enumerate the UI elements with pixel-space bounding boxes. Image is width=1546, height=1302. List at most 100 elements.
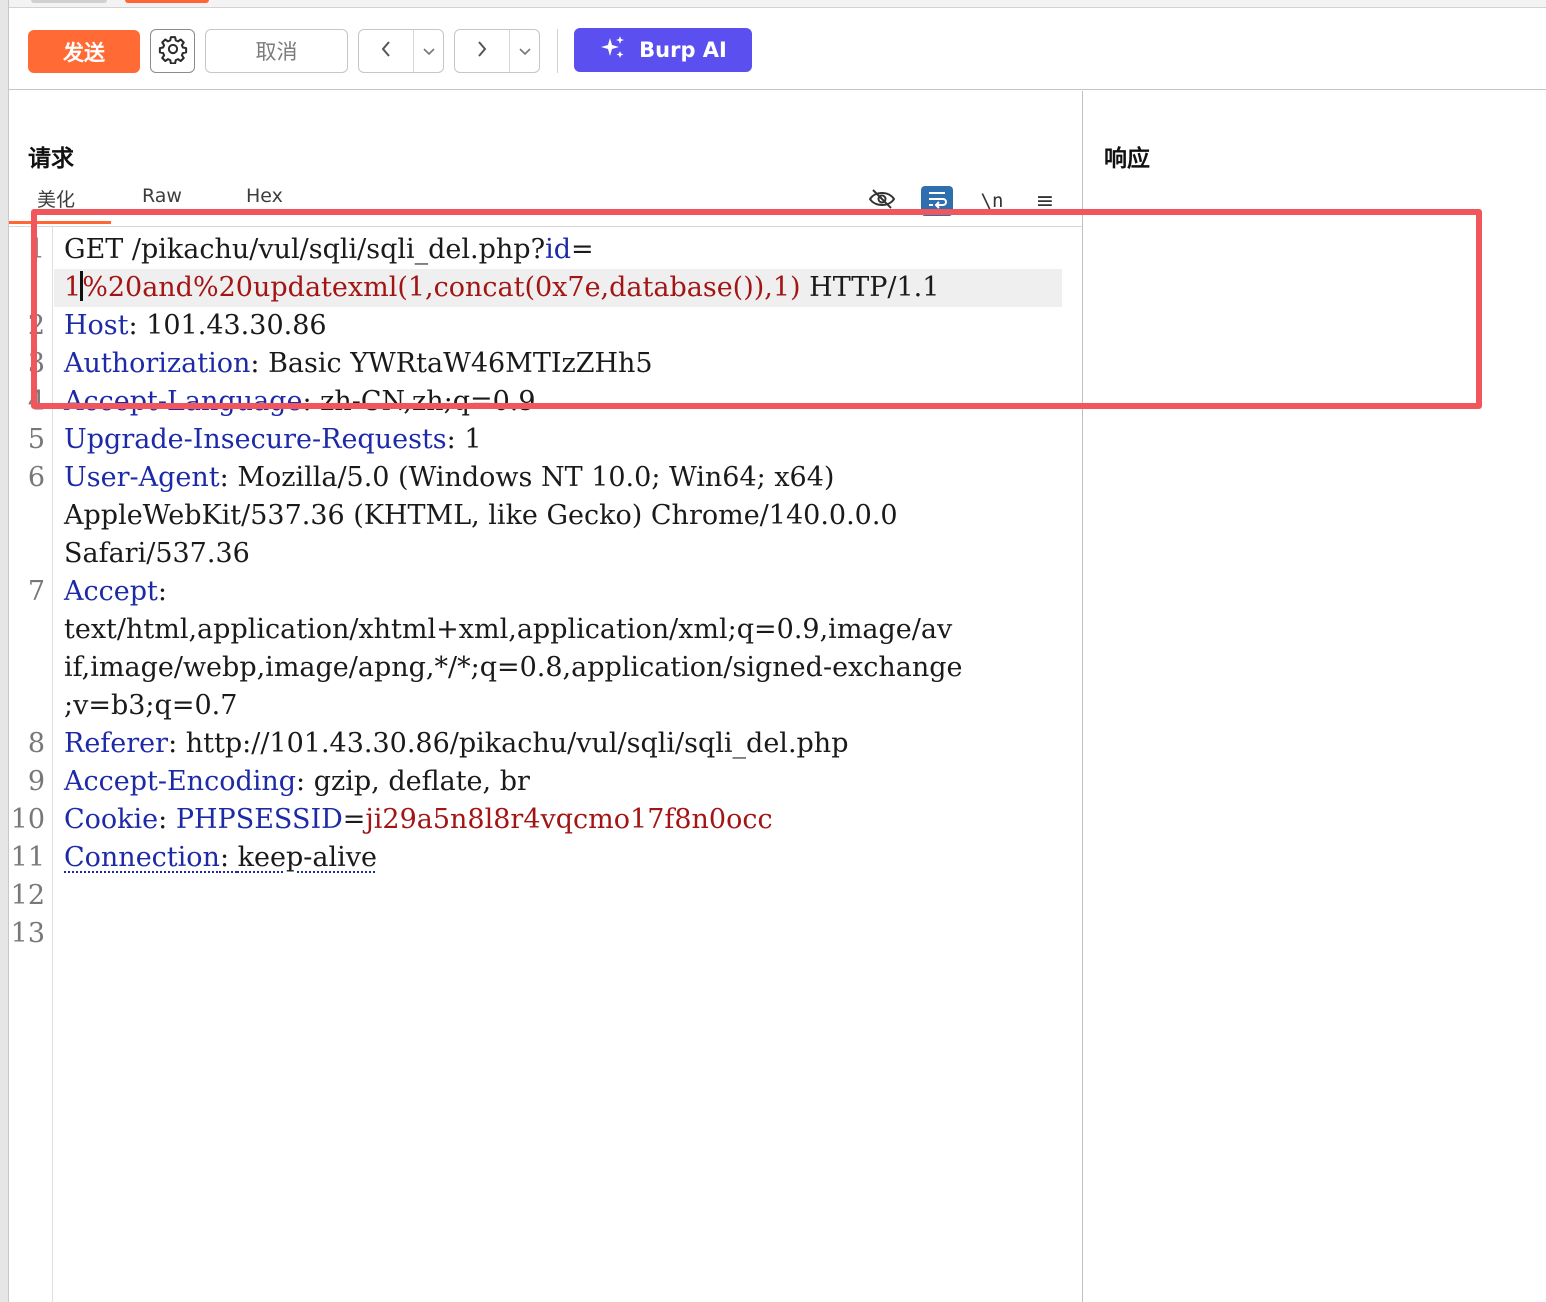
- menu-icon: ≡: [1035, 188, 1055, 214]
- header-value: gzip, deflate, br: [313, 766, 530, 797]
- line-number: 12: [10, 880, 45, 911]
- request-line-continuation[interactable]: 1%20and%20updatexml(1,concat(0x7e,databa…: [64, 269, 939, 307]
- cookie-name: PHPSESSID: [175, 804, 343, 835]
- wrap-lines-toggle[interactable]: [921, 186, 953, 216]
- chevron-left-icon: [379, 39, 393, 63]
- header-line[interactable]: Upgrade-Insecure-Requests: 1: [64, 421, 482, 459]
- header-separator: :: [168, 728, 186, 759]
- equals-sign: =: [570, 234, 594, 265]
- equals-sign: =: [342, 804, 366, 835]
- header-line[interactable]: Authorization: Basic YWRtaW46MTIzZHh5: [64, 345, 653, 383]
- line-number: 11: [10, 842, 45, 873]
- tab-pretty[interactable]: 美化: [37, 185, 75, 212]
- top-tab[interactable]: [31, 0, 107, 3]
- line-number: 6: [27, 462, 45, 493]
- back-history-dropdown[interactable]: [414, 30, 443, 72]
- burp-ai-label: Burp AI: [639, 38, 727, 62]
- header-line[interactable]: Accept:: [64, 573, 167, 611]
- header-value-continuation[interactable]: AppleWebKit/537.36 (KHTML, like Gecko) C…: [64, 497, 898, 535]
- request-line[interactable]: GET /pikachu/vul/sqli/sqli_del.php?id=: [64, 231, 594, 269]
- header-separator: :: [250, 348, 269, 379]
- line-number: 1: [27, 234, 45, 265]
- header-line[interactable]: Accept-Language: zh-CN,zh;q=0.9: [64, 383, 536, 421]
- header-value: Basic YWRtaW46MTIzZHh5: [268, 348, 653, 379]
- header-separator: :: [158, 804, 176, 835]
- eye-slash-icon: [868, 187, 896, 216]
- top-tab-strip: [9, 0, 1546, 8]
- gear-icon: [158, 34, 188, 68]
- tab-raw[interactable]: Raw: [142, 185, 182, 207]
- line-number: 9: [27, 766, 45, 797]
- sqli-payload: %20and%20updatexml(1,concat(0x7e,databas…: [82, 272, 801, 303]
- header-name: Authorization: [64, 348, 251, 379]
- forward-history-dropdown[interactable]: [510, 30, 539, 72]
- chevron-right-icon: [475, 39, 489, 63]
- header-line[interactable]: User-Agent: Mozilla/5.0 (Windows NT 10.0…: [64, 459, 834, 497]
- header-separator: :: [128, 310, 147, 341]
- active-tab-indicator: [9, 221, 111, 224]
- forward-button[interactable]: [455, 30, 510, 72]
- header-line[interactable]: Connection: keep-alive: [64, 839, 377, 877]
- settings-button[interactable]: [150, 29, 195, 73]
- header-value: 101.43.30.86: [146, 310, 327, 341]
- header-value-continuation[interactable]: if,image/webp,image/apng,*/*;q=0.8,appli…: [64, 649, 963, 687]
- header-line[interactable]: Referer: http://101.43.30.86/pikachu/vul…: [64, 725, 848, 763]
- header-value: keep-alive: [237, 842, 377, 873]
- header-name: Connection: [64, 842, 220, 873]
- header-separator: :: [296, 766, 314, 797]
- send-button-label: 发送: [63, 40, 105, 65]
- window-left-edge: [0, 0, 9, 1302]
- header-line[interactable]: Cookie: PHPSESSID=ji29a5n8l8r4vqcmo17f8n…: [64, 801, 773, 839]
- chevron-down-icon: [422, 42, 436, 61]
- header-line[interactable]: Accept-Encoding: gzip, deflate, br: [64, 763, 530, 801]
- header-value: Mozilla/5.0 (Windows NT 10.0; Win64; x64…: [237, 462, 835, 493]
- toolbar-divider: [557, 29, 558, 73]
- header-name: Accept-Language: [64, 386, 303, 417]
- header-separator: :: [219, 842, 238, 873]
- tabs-divider: [9, 226, 1082, 227]
- line-number: 4: [27, 386, 45, 417]
- header-value: zh-CN,zh;q=0.9: [320, 386, 536, 417]
- newline-icon: \n: [980, 190, 1004, 212]
- tab-hex[interactable]: Hex: [246, 185, 283, 207]
- cancel-button-label: 取消: [255, 40, 298, 64]
- hide-nonprintable-button[interactable]: [866, 186, 898, 216]
- chevron-down-icon: [518, 42, 532, 61]
- response-pane: 响应: [1083, 91, 1546, 1302]
- line-number: 8: [27, 728, 45, 759]
- header-name: Cookie: [64, 804, 159, 835]
- line-number: 10: [10, 804, 45, 835]
- top-tab-active[interactable]: [125, 0, 209, 3]
- header-value: 1: [464, 424, 482, 455]
- header-separator: :: [157, 576, 167, 607]
- payload-start: 1: [64, 272, 82, 303]
- burp-ai-button[interactable]: Burp AI: [574, 28, 752, 72]
- http-method: GET: [64, 234, 124, 265]
- cookie-value: ji29a5n8l8r4vqcmo17f8n0occ: [365, 804, 773, 835]
- header-name: User-Agent: [64, 462, 220, 493]
- header-separator: :: [302, 386, 321, 417]
- sparkle-icon: [599, 34, 627, 67]
- show-newlines-toggle[interactable]: \n: [975, 186, 1009, 216]
- forward-nav-group: [454, 29, 540, 73]
- line-number: 5: [27, 424, 45, 455]
- cancel-button[interactable]: 取消: [205, 29, 348, 73]
- back-nav-group: [358, 29, 444, 73]
- header-value: http://101.43.30.86/pikachu/vul/sqli/sql…: [185, 728, 849, 759]
- wrap-lines-icon: [926, 189, 948, 214]
- query-param-name: id: [545, 234, 571, 265]
- line-number: 2: [27, 310, 45, 341]
- send-button[interactable]: 发送: [28, 30, 140, 73]
- header-value-continuation[interactable]: text/html,application/xhtml+xml,applicat…: [64, 611, 952, 649]
- header-line[interactable]: Host: 101.43.30.86: [64, 307, 327, 345]
- header-name: Upgrade-Insecure-Requests: [64, 424, 447, 455]
- header-value-continuation[interactable]: Safari/537.36: [64, 535, 250, 573]
- editor-menu-button[interactable]: ≡: [1029, 186, 1061, 216]
- back-button[interactable]: [359, 30, 414, 72]
- header-separator: :: [219, 462, 238, 493]
- response-title: 响应: [1104, 146, 1150, 172]
- header-value-continuation[interactable]: ;v=b3;q=0.7: [64, 687, 237, 725]
- header-name: Accept: [64, 576, 158, 607]
- request-title: 请求: [28, 146, 74, 172]
- request-pane: 请求 美化 Raw Hex \n ≡ 1 GET /pikachu/vul/sq…: [9, 91, 1082, 1302]
